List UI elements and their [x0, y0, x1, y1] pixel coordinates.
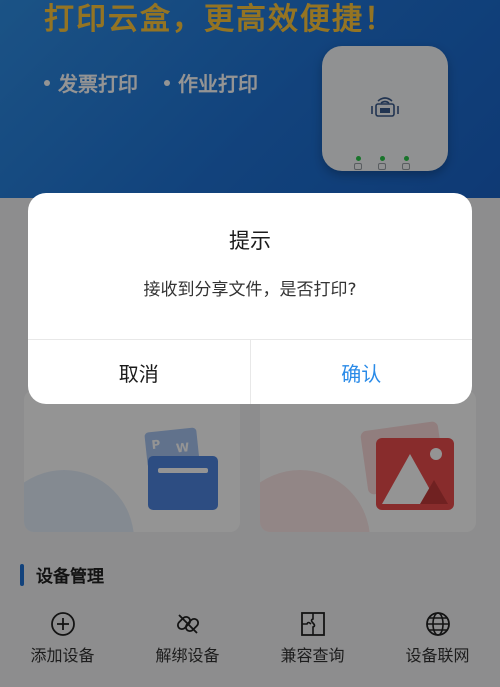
share-print-dialog: 提示 接收到分享文件，是否打印? 取消 确认 — [28, 193, 472, 404]
cancel-button[interactable]: 取消 — [28, 340, 250, 404]
dialog-message: 接收到分享文件，是否打印? — [143, 280, 357, 300]
dialog-title: 提示 — [229, 229, 271, 253]
dialog-actions: 取消 确认 — [28, 339, 472, 404]
confirm-button[interactable]: 确认 — [249, 340, 473, 404]
